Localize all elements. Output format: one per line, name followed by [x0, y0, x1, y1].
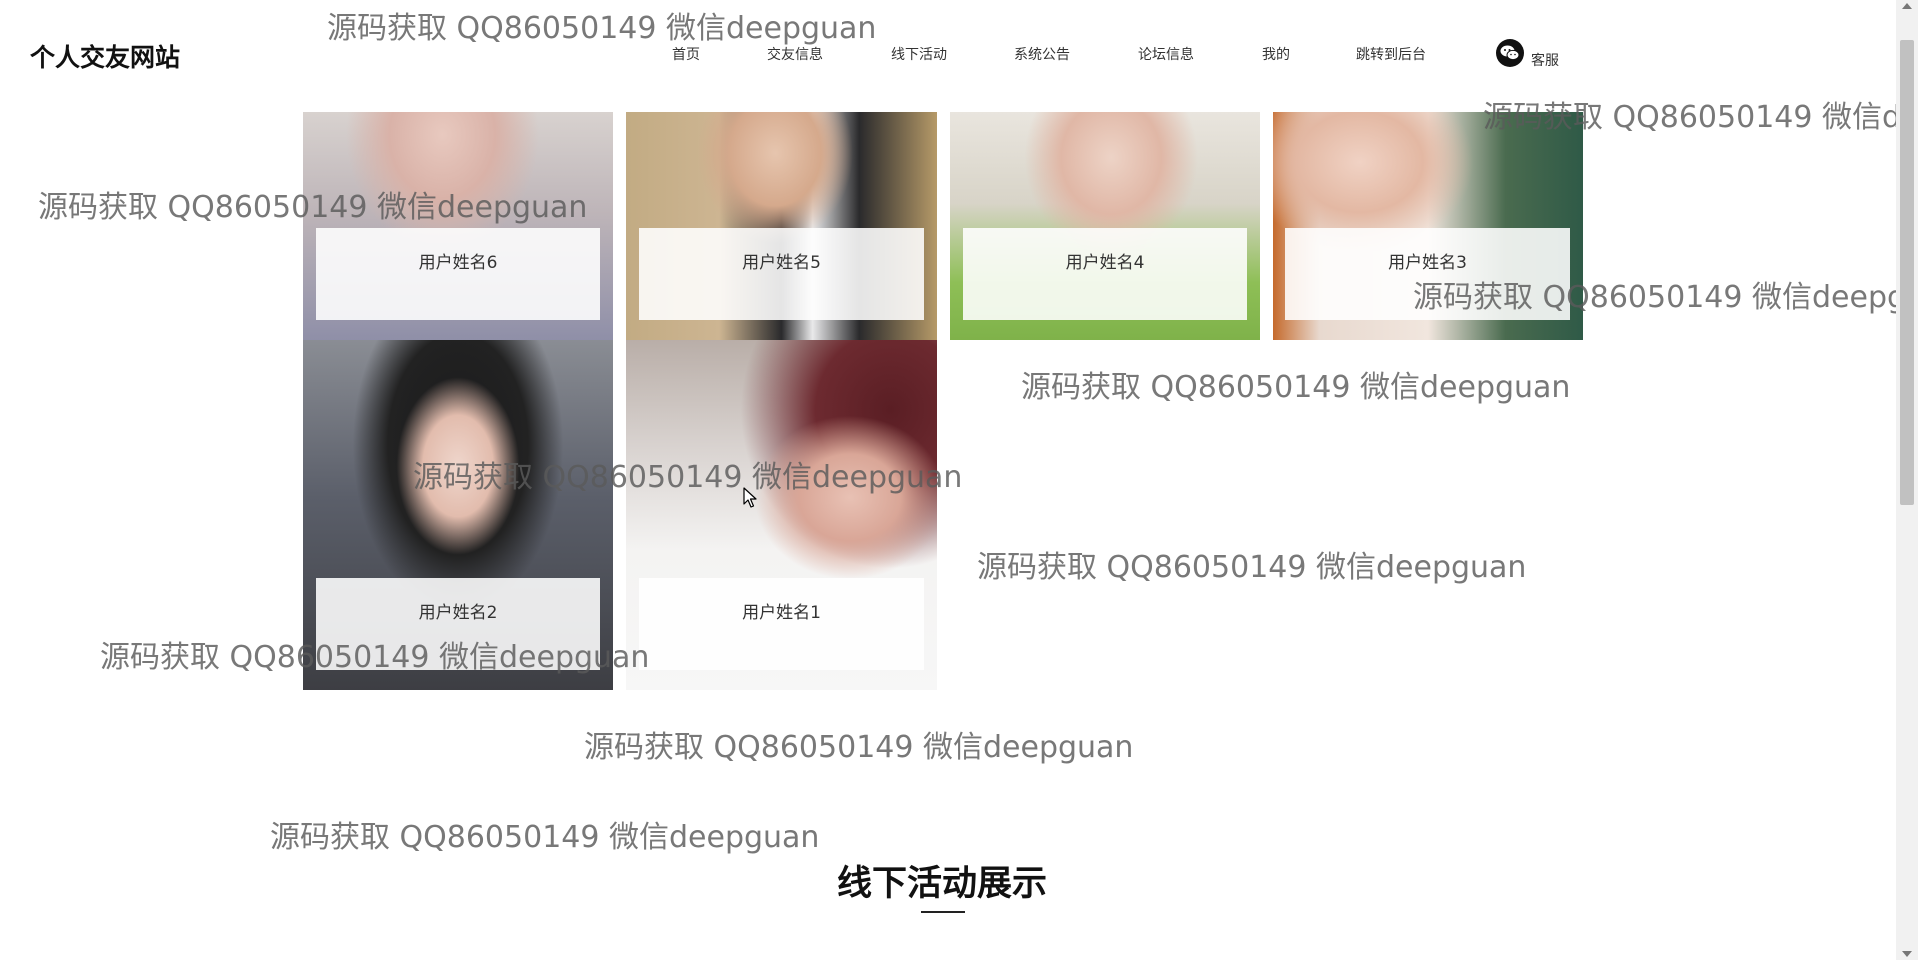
scroll-down-arrow-icon[interactable] [1902, 951, 1912, 957]
user-name-box: 用户姓名3 [1285, 228, 1570, 320]
watermark-text: 源码获取 QQ86050149 微信deepguan [270, 820, 820, 855]
user-card[interactable]: 用户姓名6 [303, 112, 613, 340]
user-name-box: 用户姓名4 [963, 228, 1247, 320]
section-title: 线下活动展示 [836, 864, 1047, 904]
nav-offline-activities[interactable]: 线下活动 [891, 44, 947, 64]
user-name: 用户姓名5 [742, 253, 821, 273]
user-name: 用户姓名4 [1065, 253, 1145, 273]
user-card[interactable]: 用户姓名3 [1273, 112, 1583, 340]
wechat-icon[interactable] [1496, 39, 1524, 67]
user-name: 用户姓名6 [418, 253, 498, 273]
user-card[interactable]: 用户姓名2 [303, 340, 613, 690]
nav-mine[interactable]: 我的 [1262, 44, 1290, 64]
section-underline [921, 911, 965, 913]
user-name-box: 用户姓名5 [639, 228, 924, 320]
nav-forum[interactable]: 论坛信息 [1138, 44, 1194, 64]
watermark-text: 源码获取 QQ86050149 微信deepguan [327, 11, 877, 46]
main-nav: 首页 交友信息 线下活动 系统公告 论坛信息 我的 跳转到后台 [0, 44, 1918, 66]
user-name-box: 用户姓名2 [316, 578, 600, 670]
nav-system-notice[interactable]: 系统公告 [1014, 44, 1070, 64]
user-card[interactable]: 用户姓名5 [626, 112, 937, 340]
scroll-thumb[interactable] [1900, 40, 1914, 505]
watermark-text: 源码获取 QQ86050149 微信deepguan [1021, 370, 1571, 405]
user-name: 用户姓名2 [418, 603, 498, 623]
mouse-cursor-icon [743, 487, 757, 513]
nav-home[interactable]: 首页 [672, 44, 700, 64]
user-name-box: 用户姓名1 [639, 578, 924, 670]
user-card[interactable]: 用户姓名4 [950, 112, 1260, 340]
watermark-text: 源码获取 QQ86050149 微信deepguan [977, 550, 1527, 585]
user-card[interactable]: 用户姓名1 [626, 340, 937, 690]
nav-dating-info[interactable]: 交友信息 [767, 44, 823, 64]
scroll-up-arrow-icon[interactable] [1902, 3, 1912, 9]
user-name-box: 用户姓名6 [316, 228, 600, 320]
watermark-text: 源码获取 QQ86050149 微信deepguan [584, 730, 1134, 765]
user-name: 用户姓名1 [742, 603, 821, 623]
nav-admin[interactable]: 跳转到后台 [1356, 44, 1426, 64]
page-scrollbar[interactable] [1896, 0, 1918, 960]
customer-service-link[interactable]: 客服 [1531, 50, 1559, 70]
user-name: 用户姓名3 [1388, 253, 1467, 273]
